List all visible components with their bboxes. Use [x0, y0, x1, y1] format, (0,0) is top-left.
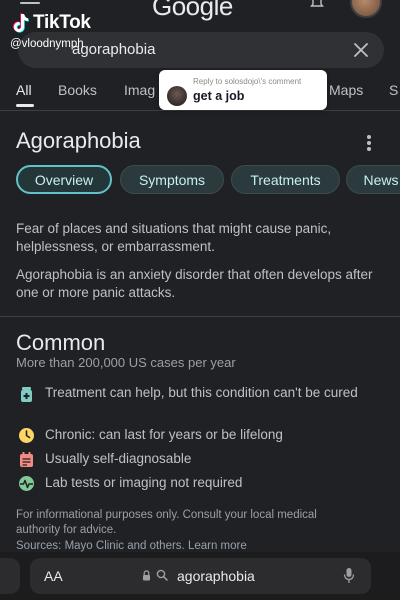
disclaimer-text: For informational purposes only. Consult… — [16, 509, 317, 536]
common-heading: Common — [16, 330, 106, 355]
tiktok-username: @vloodnymph — [10, 38, 84, 50]
fact-text: Chronic: can last for years or be lifelo… — [45, 427, 283, 442]
tab-images[interactable]: Imag — [124, 82, 155, 98]
previous-tab-pill[interactable] — [0, 558, 20, 594]
hamburger-menu-icon[interactable] — [20, 0, 40, 10]
lock-icon — [143, 570, 150, 581]
page-title: Agoraphobia — [16, 128, 141, 153]
fact-text: Usually self-diagnosable — [45, 451, 192, 466]
common-subheading: More than 200,000 US cases per year — [16, 355, 236, 370]
chip-treatments[interactable]: Treatments — [231, 165, 340, 194]
sources-link[interactable]: Sources: Mayo Clinic and others. Learn m… — [16, 540, 247, 552]
clock-icon — [19, 428, 34, 443]
clear-search-icon[interactable] — [352, 41, 370, 59]
tabs-divider — [0, 110, 400, 111]
tab-shopping[interactable]: S — [389, 82, 398, 98]
tab-maps[interactable]: Maps — [329, 82, 363, 98]
text-size-button[interactable]: AA — [44, 568, 63, 584]
tab-books[interactable]: Books — [58, 82, 97, 98]
tiktok-watermark: TikTok — [10, 12, 91, 34]
tiktok-label: TikTok — [33, 12, 91, 33]
commenter-avatar — [167, 86, 187, 106]
more-options-icon[interactable] — [362, 135, 376, 151]
tiktok-note-icon — [12, 13, 29, 33]
section-divider — [0, 316, 400, 317]
fact-text: Treatment can help, but this condition c… — [45, 385, 358, 400]
chip-news[interactable]: News — [346, 165, 400, 194]
active-tab-indicator — [16, 104, 34, 107]
reply-comment-bubble: Reply to solosdojo\'s comment get a job — [159, 70, 327, 110]
tab-all[interactable]: All — [16, 82, 32, 98]
reply-header: Reply to solosdojo\'s comment — [193, 77, 302, 86]
microphone-icon[interactable] — [343, 567, 355, 584]
google-logo[interactable]: Google — [152, 0, 233, 22]
reply-text: get a job — [193, 89, 245, 103]
pulse-icon — [19, 476, 34, 491]
account-avatar[interactable] — [350, 0, 382, 18]
fact-text: Lab tests or imaging not required — [45, 475, 243, 490]
description-paragraph: Fear of places and situations that might… — [16, 221, 332, 254]
calendar-icon — [20, 452, 33, 467]
search-icon — [156, 569, 168, 581]
search-query[interactable]: agoraphobia — [72, 41, 155, 58]
medicine-bottle-icon — [21, 387, 32, 402]
url-text[interactable]: agoraphobia — [177, 568, 255, 584]
bell-icon[interactable] — [309, 0, 325, 10]
chip-symptoms[interactable]: Symptoms — [120, 165, 224, 194]
description-paragraph: Agoraphobia is an anxiety disorder that … — [16, 267, 373, 300]
chip-overview[interactable]: Overview — [16, 165, 112, 194]
